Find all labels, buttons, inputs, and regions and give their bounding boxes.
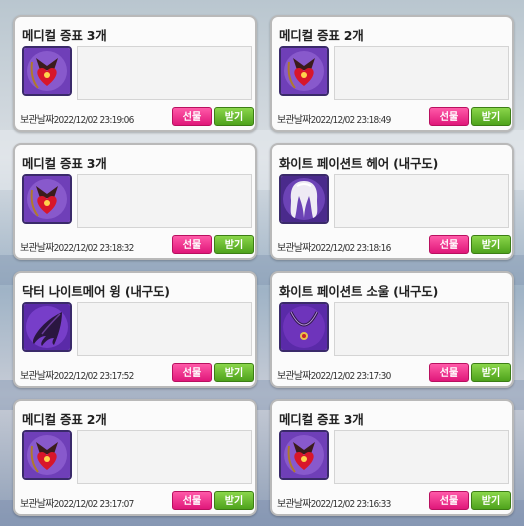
gift-button[interactable]: 선물 xyxy=(172,235,212,254)
item-description-box xyxy=(77,174,252,228)
gift-button[interactable]: 선물 xyxy=(429,235,469,254)
item-title: 메디컬 증표 3개 xyxy=(279,412,364,427)
item-description-box xyxy=(77,430,252,484)
receive-button[interactable]: 받기 xyxy=(471,235,511,254)
medical-badge-icon xyxy=(22,430,72,480)
stored-date: 보관날짜2022/12/02 23:19:06 xyxy=(20,115,134,126)
item-title: 메디컬 증표 2개 xyxy=(22,412,107,427)
item-description-box xyxy=(77,46,252,100)
receive-button[interactable]: 받기 xyxy=(214,107,254,126)
medical-badge-icon xyxy=(279,46,329,96)
gift-button[interactable]: 선물 xyxy=(172,363,212,382)
dark-wing-icon xyxy=(22,302,72,352)
item-title: 화이트 페이션트 소울 (내구도) xyxy=(279,284,439,299)
stored-date: 보관날짜2022/12/02 23:18:16 xyxy=(277,243,391,254)
stored-date: 보관날짜2022/12/02 23:18:32 xyxy=(20,243,134,254)
storage-card: 화이트 페이션트 헤어 (내구도) 보관날짜2022/12/02 23:18:1… xyxy=(270,143,514,260)
item-description-box xyxy=(334,174,509,228)
gift-button[interactable]: 선물 xyxy=(172,107,212,126)
item-title: 화이트 페이션트 헤어 (내구도) xyxy=(279,156,439,171)
stored-date: 보관날짜2022/12/02 23:17:07 xyxy=(20,499,134,510)
storage-card: 메디컬 증표 3개 보관날짜2022/12/02 23:19:06 선물 받기 xyxy=(13,15,257,132)
storage-card: 메디컬 증표 2개 보관날짜2022/12/02 23:18:49 선물 받기 xyxy=(270,15,514,132)
receive-button[interactable]: 받기 xyxy=(471,363,511,382)
stored-date: 보관날짜2022/12/02 23:16:33 xyxy=(277,499,391,510)
item-description-box xyxy=(334,46,509,100)
gift-button[interactable]: 선물 xyxy=(172,491,212,510)
medical-badge-icon xyxy=(22,46,72,96)
storage-card: 메디컬 증표 3개 보관날짜2022/12/02 23:16:33 선물 받기 xyxy=(270,399,514,516)
stored-date: 보관날짜2022/12/02 23:17:30 xyxy=(277,371,391,382)
receive-button[interactable]: 받기 xyxy=(471,491,511,510)
receive-button[interactable]: 받기 xyxy=(214,235,254,254)
item-description-box xyxy=(334,302,509,356)
storage-card: 화이트 페이션트 소울 (내구도) 보관날짜2022/12/02 23:17:3… xyxy=(270,271,514,388)
medical-badge-icon xyxy=(22,174,72,224)
storage-card: 메디컬 증표 2개 보관날짜2022/12/02 23:17:07 선물 받기 xyxy=(13,399,257,516)
receive-button[interactable]: 받기 xyxy=(214,363,254,382)
storage-card: 닥터 나이트메어 윙 (내구도) 보관날짜2022/12/02 23:17:52… xyxy=(13,271,257,388)
item-title: 메디컬 증표 3개 xyxy=(22,156,107,171)
item-title: 닥터 나이트메어 윙 (내구도) xyxy=(22,284,170,299)
item-title: 메디컬 증표 2개 xyxy=(279,28,364,43)
item-title: 메디컬 증표 3개 xyxy=(22,28,107,43)
item-description-box xyxy=(77,302,252,356)
gift-button[interactable]: 선물 xyxy=(429,363,469,382)
receive-button[interactable]: 받기 xyxy=(214,491,254,510)
gift-button[interactable]: 선물 xyxy=(429,107,469,126)
stored-date: 보관날짜2022/12/02 23:17:52 xyxy=(20,371,134,382)
gift-button[interactable]: 선물 xyxy=(429,491,469,510)
medical-badge-icon xyxy=(279,430,329,480)
receive-button[interactable]: 받기 xyxy=(471,107,511,126)
white-hair-icon xyxy=(279,174,329,224)
stored-date: 보관날짜2022/12/02 23:18:49 xyxy=(277,115,391,126)
storage-card: 메디컬 증표 3개 보관날짜2022/12/02 23:18:32 선물 받기 xyxy=(13,143,257,260)
soul-necklace-icon xyxy=(279,302,329,352)
item-description-box xyxy=(334,430,509,484)
